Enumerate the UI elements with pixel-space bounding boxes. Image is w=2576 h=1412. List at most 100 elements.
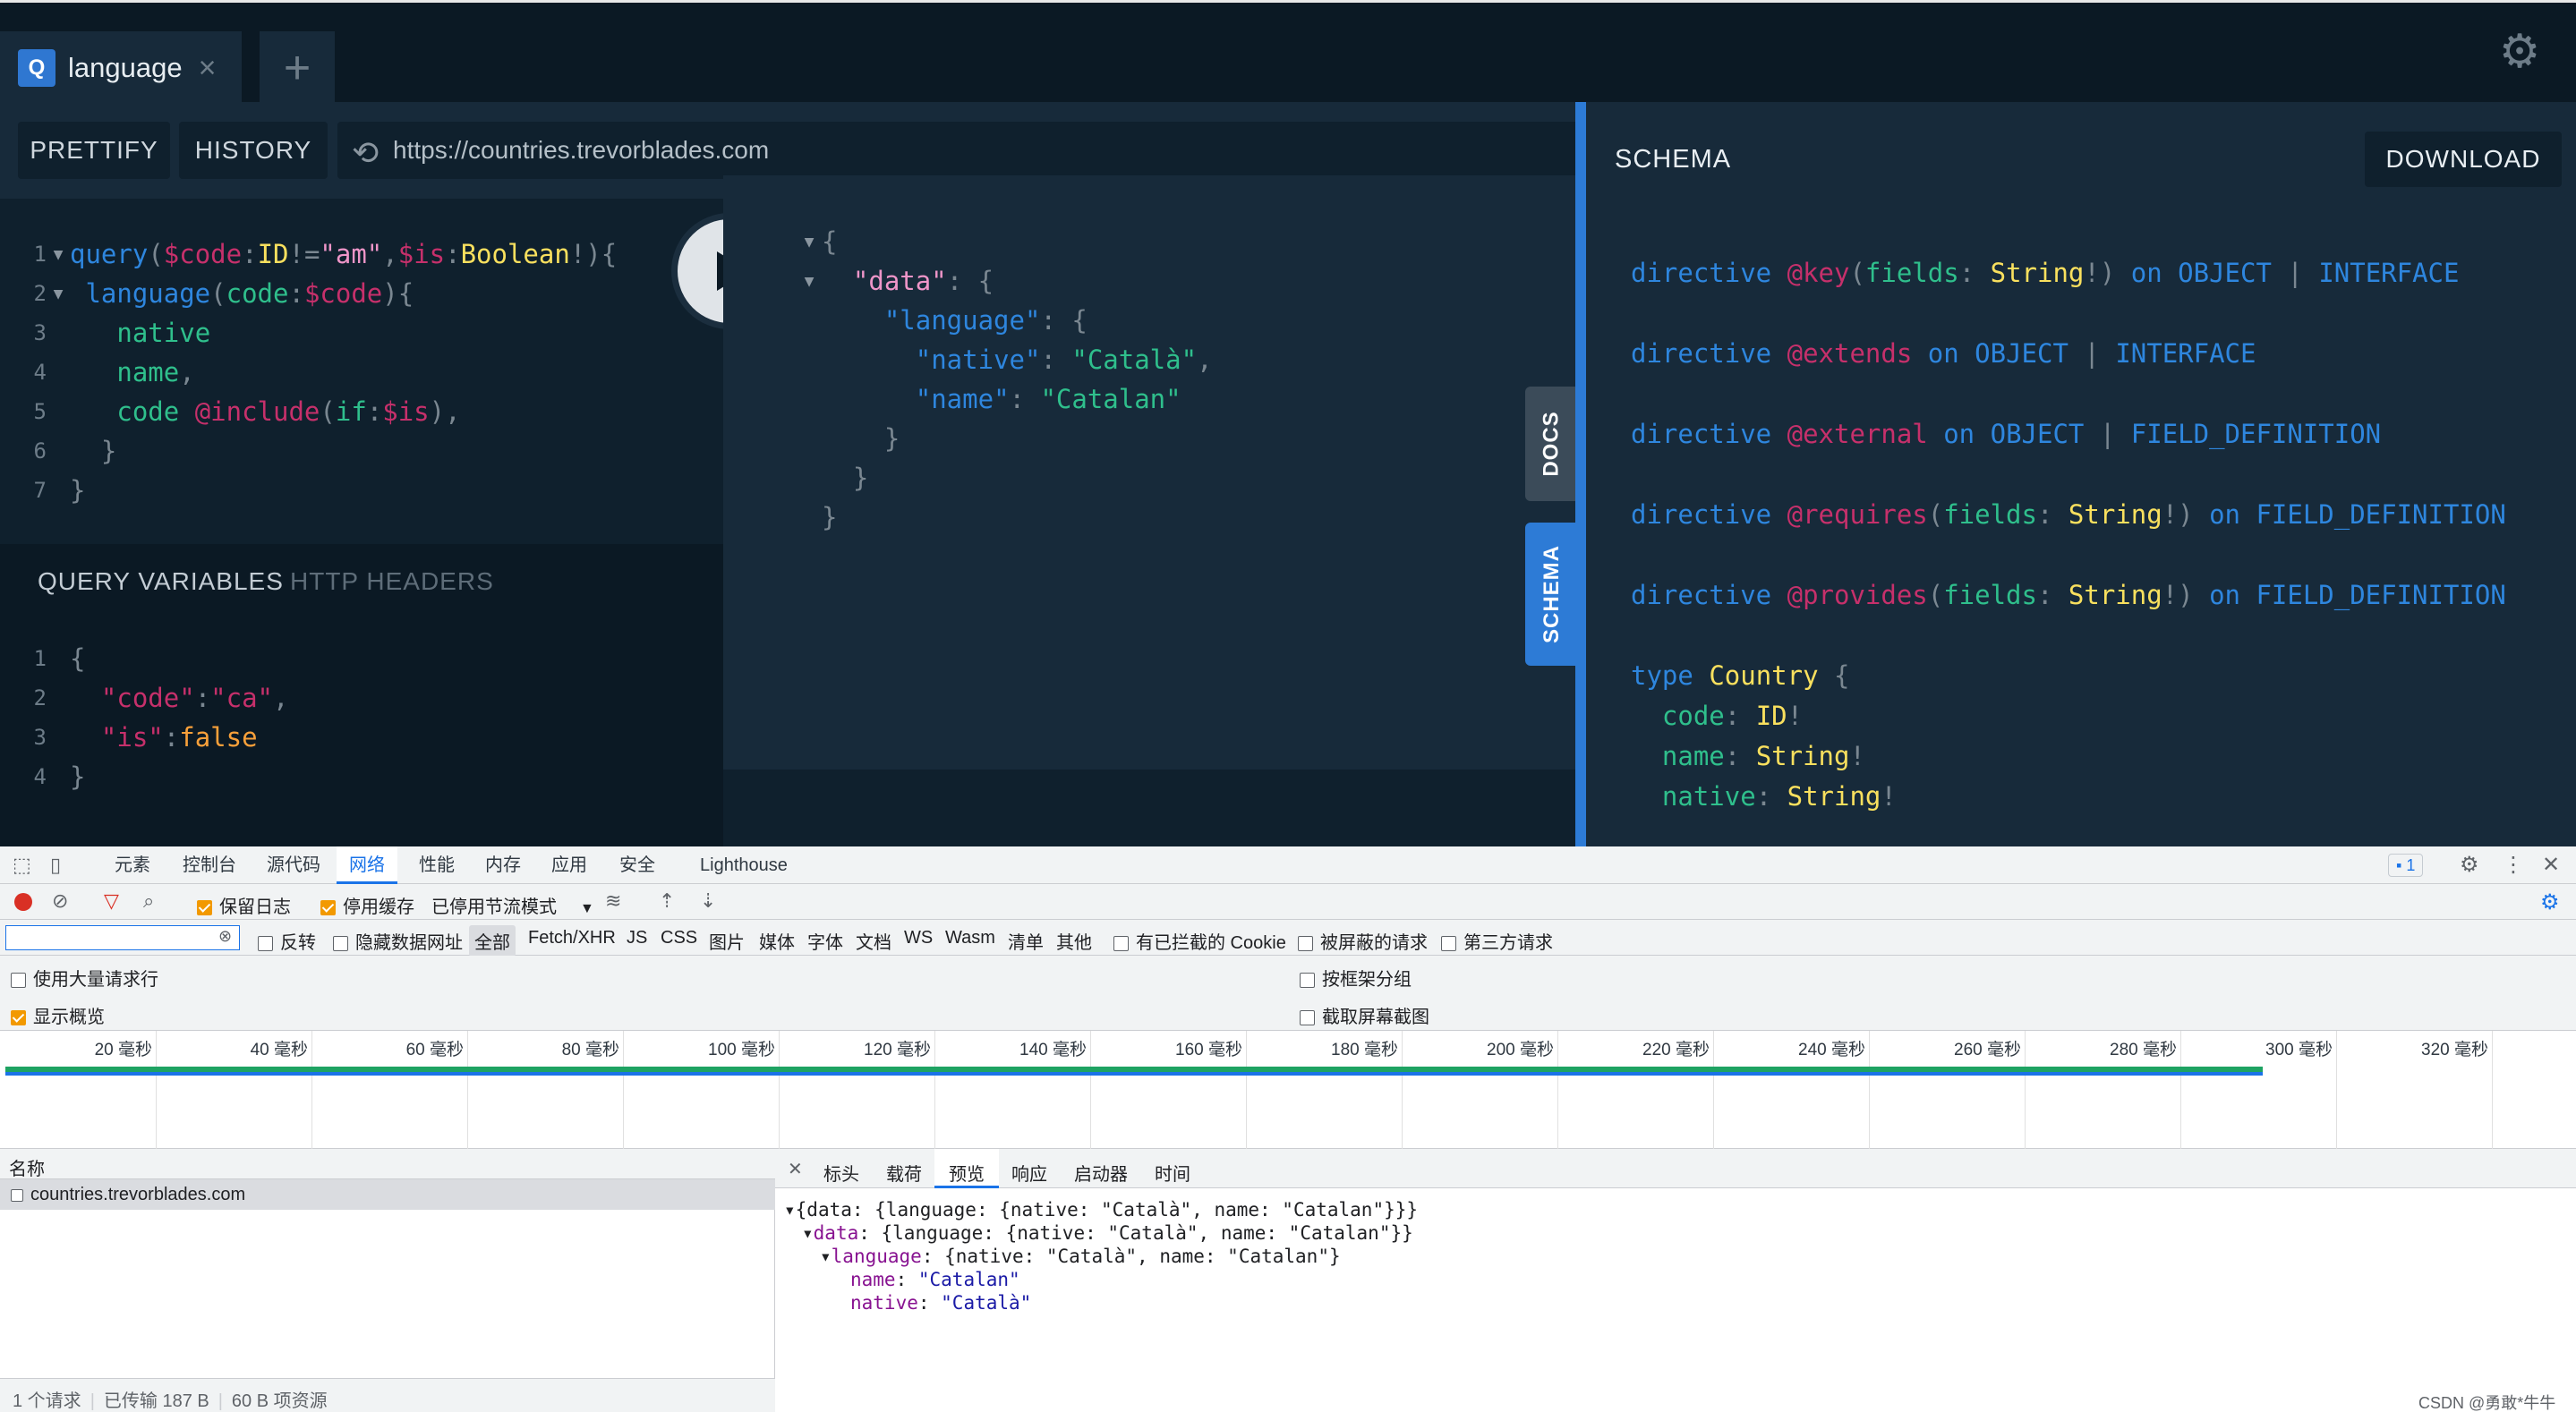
variables-line: 4} bbox=[33, 761, 86, 792]
type-filter[interactable]: Wasm bbox=[945, 928, 995, 948]
throttling-select[interactable]: 已停用节流模式 ▼ bbox=[431, 892, 594, 918]
devtools-tab[interactable]: 应用 bbox=[551, 846, 587, 884]
endpoint-url-input[interactable]: https://countries.trevorblades.com bbox=[337, 122, 1575, 179]
close-detail-icon[interactable]: ✕ bbox=[788, 1158, 803, 1180]
detail-tab[interactable]: 载荷 bbox=[886, 1160, 922, 1186]
devtools-tab-network[interactable]: 网络 bbox=[337, 846, 397, 884]
filter-bar: ⊗ 反转 隐藏数据网址 全部 Fetch/XHR JS CSS 图片 媒体 字体… bbox=[0, 920, 2576, 957]
schema-tab[interactable]: SCHEMA bbox=[1525, 523, 1579, 666]
prettify-button[interactable]: PRETTIFY bbox=[18, 122, 170, 179]
import-har-icon[interactable]: ⇡ bbox=[659, 889, 675, 913]
detail-tab-preview[interactable]: 预览 bbox=[934, 1149, 999, 1188]
timeline-tick-label: 40 毫秒 bbox=[250, 1041, 308, 1059]
result-line: "name": "Catalan" bbox=[915, 384, 1181, 414]
devtools-tab[interactable]: 源代码 bbox=[267, 846, 320, 884]
filter-icon[interactable]: ▽ bbox=[104, 889, 119, 913]
devtools-tab[interactable]: 性能 bbox=[419, 846, 455, 884]
type-filter-all[interactable]: 全部 bbox=[469, 925, 516, 957]
detail-tab[interactable]: 启动器 bbox=[1074, 1160, 1128, 1186]
show-overview-checkbox[interactable]: 显示概览 bbox=[11, 1002, 105, 1028]
query-line: 1 ▼ query($code: ID! = "am", $is: Boolean!){ bbox=[33, 239, 618, 269]
detail-tab[interactable]: 时间 bbox=[1155, 1160, 1190, 1186]
schema-panel-divider[interactable] bbox=[1575, 102, 1586, 846]
variables-line: 2 "code": "ca", bbox=[33, 683, 289, 713]
blocked-requests-checkbox[interactable]: 被屏蔽的请求 bbox=[1298, 928, 1428, 954]
search-icon[interactable]: ⌕ bbox=[143, 889, 154, 913]
type-filter[interactable]: 字体 bbox=[807, 928, 843, 954]
type-filter[interactable]: Fetch/XHR bbox=[528, 928, 616, 948]
large-rows-checkbox[interactable]: 使用大量请求行 bbox=[11, 965, 158, 991]
timeline-tick-label: 260 毫秒 bbox=[1954, 1041, 2021, 1059]
preview-line[interactable]: ▾{data: {language: {native: "Català", na… bbox=[784, 1199, 1418, 1221]
export-har-icon[interactable]: ⇣ bbox=[700, 889, 716, 913]
query-variables-panel: QUERY VARIABLES HTTP HEADERS 1{ 2 "code"… bbox=[0, 544, 723, 846]
type-filter[interactable]: CSS bbox=[661, 928, 697, 948]
timeline-tick-label: 320 毫秒 bbox=[2421, 1041, 2488, 1059]
type-filter[interactable]: 其他 bbox=[1056, 928, 1092, 954]
type-filter[interactable]: 图片 bbox=[709, 928, 745, 954]
group-by-frame-checkbox[interactable]: 按框架分组 bbox=[1300, 965, 1412, 991]
issues-badge[interactable]: ▪ 1 bbox=[2388, 854, 2424, 877]
invert-checkbox[interactable]: 反转 bbox=[258, 928, 316, 954]
schema-line: directive @external on OBJECT | FIELD_DE… bbox=[1631, 419, 2382, 449]
tab-http-headers[interactable]: HTTP HEADERS bbox=[290, 567, 494, 596]
type-filter[interactable]: JS bbox=[627, 928, 647, 948]
type-filter[interactable]: WS bbox=[904, 928, 933, 948]
more-options-icon[interactable]: ⋮ bbox=[2503, 852, 2524, 878]
request-list: 名称 countries.trevorblades.com 1 个请求 | 已传输 … bbox=[0, 1149, 775, 1412]
blocked-cookies-checkbox[interactable]: 有已拦截的 Cookie bbox=[1113, 928, 1286, 954]
type-filter[interactable]: 媒体 bbox=[759, 928, 795, 954]
device-toolbar-icon[interactable]: ▯ bbox=[50, 854, 61, 877]
detail-tab[interactable]: 响应 bbox=[1011, 1160, 1047, 1186]
network-conditions-icon[interactable]: ≋ bbox=[605, 889, 621, 913]
docs-tab[interactable]: DOCS bbox=[1525, 387, 1579, 501]
devtools-settings-icon[interactable]: ⚙ bbox=[2460, 852, 2479, 878]
name-column-header[interactable]: 名称 bbox=[0, 1149, 775, 1179]
devtools-tab[interactable]: 内存 bbox=[485, 846, 521, 884]
devtools-tab[interactable]: 元素 bbox=[115, 846, 150, 884]
add-tab-button[interactable]: + bbox=[260, 31, 335, 105]
schema-line: directive @requires(fields: String!) on … bbox=[1631, 499, 2506, 530]
network-settings-icon[interactable]: ⚙ bbox=[2540, 889, 2560, 915]
type-filter[interactable]: 文档 bbox=[856, 928, 891, 954]
preserve-log-checkbox[interactable]: 保留日志 bbox=[197, 892, 291, 918]
devtools-tab[interactable]: 安全 bbox=[619, 846, 655, 884]
variables-editor[interactable]: 1{ 2 "code": "ca", 3 "is": false 4} bbox=[0, 639, 723, 818]
network-toolbar: ⊘ ▽ ⌕ 保留日志 停用缓存 已停用节流模式 ▼ ≋ ⇡ ⇣ ⚙ bbox=[0, 884, 2576, 920]
history-button[interactable]: HISTORY bbox=[179, 122, 328, 179]
inspect-element-icon[interactable]: ⬚ bbox=[13, 854, 31, 877]
tab-query-variables[interactable]: QUERY VARIABLES bbox=[38, 567, 284, 596]
preview-line[interactable]: ▾data: {language: {native: "Català", nam… bbox=[802, 1222, 1413, 1244]
request-row[interactable]: countries.trevorblades.com bbox=[0, 1179, 775, 1210]
query-editor[interactable]: 1 ▼ query($code: ID! = "am", $is: Boolean!){ 2 ▼… bbox=[0, 199, 723, 544]
type-filter[interactable]: 清单 bbox=[1008, 928, 1044, 954]
result-line: } bbox=[852, 463, 869, 493]
settings-gear-icon[interactable]: ⚙ bbox=[2497, 29, 2542, 75]
query-line: 4 name, bbox=[33, 357, 195, 387]
schema-line: type Country { bbox=[1631, 660, 1850, 691]
timeline-tick-label: 20 毫秒 bbox=[94, 1041, 152, 1059]
record-icon[interactable] bbox=[14, 893, 32, 911]
filter-input[interactable] bbox=[5, 925, 240, 950]
clear-icon[interactable]: ⊘ bbox=[52, 889, 68, 913]
hide-data-urls-checkbox[interactable]: 隐藏数据网址 bbox=[333, 928, 463, 954]
close-tab-icon[interactable]: × bbox=[199, 51, 217, 86]
query-tab[interactable]: Q language × bbox=[0, 31, 242, 105]
disable-cache-checkbox[interactable]: 停用缓存 bbox=[320, 892, 414, 918]
detail-tab[interactable]: 标头 bbox=[823, 1160, 859, 1186]
clear-filter-icon[interactable]: ⊗ bbox=[218, 927, 232, 946]
preview-line: native: "Català" bbox=[850, 1292, 1032, 1314]
query-tab-title: language bbox=[68, 52, 183, 83]
timeline-tick-label: 180 毫秒 bbox=[1331, 1041, 1398, 1059]
devtools-tab[interactable]: 控制台 bbox=[183, 846, 236, 884]
network-overview-timeline[interactable]: 20 毫秒 40 毫秒 60 毫秒 80 毫秒 100 毫秒 120 毫秒 14… bbox=[0, 1031, 2576, 1149]
timeline-tick-label: 200 毫秒 bbox=[1487, 1041, 1554, 1059]
query-line: 3 native bbox=[33, 318, 211, 348]
devtools-tab[interactable]: Lighthouse bbox=[700, 846, 788, 884]
close-devtools-icon[interactable]: ✕ bbox=[2542, 852, 2560, 878]
capture-screenshots-checkbox[interactable]: 截取屏幕截图 bbox=[1300, 1002, 1429, 1028]
reload-schema-icon[interactable]: ⟲ bbox=[352, 134, 379, 172]
third-party-checkbox[interactable]: 第三方请求 bbox=[1441, 928, 1553, 954]
preview-line[interactable]: ▾language: {native: "Català", name: "Cat… bbox=[820, 1246, 1341, 1267]
result-line: ▼{ bbox=[804, 226, 838, 257]
